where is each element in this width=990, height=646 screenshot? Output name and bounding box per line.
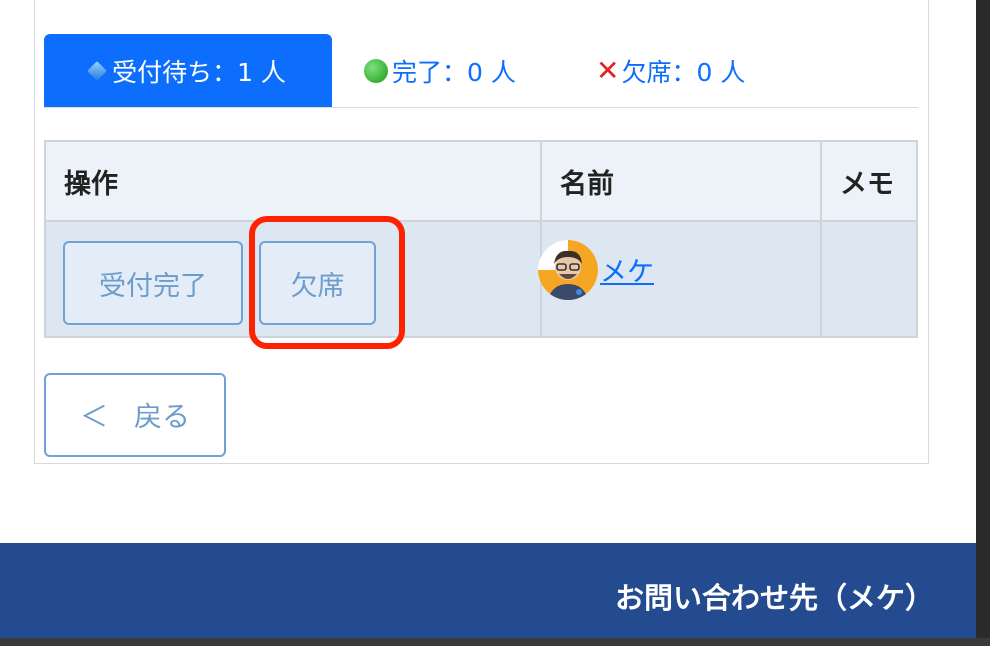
tab-completed[interactable]: 完了：0 人: [364, 34, 516, 107]
status-tabs: 受付待ち：1 人 完了：0 人 ✕ 欠席：0 人: [44, 34, 918, 108]
header-memo: メモ: [820, 140, 918, 222]
green-circle-icon: [364, 58, 388, 83]
chevron-left-icon: ＜: [79, 400, 108, 433]
avatar[interactable]: [538, 240, 598, 300]
tab-waiting[interactable]: 受付待ち：1 人: [44, 34, 332, 107]
member-name-link[interactable]: メケ: [600, 250, 654, 289]
highlight-annotation: [249, 216, 405, 349]
back-button[interactable]: ＜ 戻る: [44, 373, 226, 457]
diamond-icon: [87, 60, 107, 81]
header-name: 名前: [540, 140, 822, 222]
header-actions: 操作: [44, 140, 542, 222]
tab-absent-label: 欠席：0 人: [621, 57, 746, 87]
red-x-icon: ✕: [596, 53, 620, 87]
footer: お問い合わせ先（メケ）: [0, 543, 976, 646]
back-button-label: 戻る: [134, 400, 191, 433]
window-edge: [976, 0, 990, 646]
bottom-edge: [0, 638, 990, 646]
contact-link[interactable]: お問い合わせ先（メケ）: [615, 575, 934, 617]
tab-absent[interactable]: ✕ 欠席：0 人: [596, 34, 745, 107]
reception-complete-button[interactable]: 受付完了: [63, 241, 243, 325]
table-header-row: 操作 名前 メモ: [44, 140, 918, 222]
tab-completed-label: 完了：0 人: [392, 57, 516, 87]
memo-cell: [820, 220, 918, 338]
tab-waiting-label: 受付待ち：1 人: [112, 57, 286, 87]
